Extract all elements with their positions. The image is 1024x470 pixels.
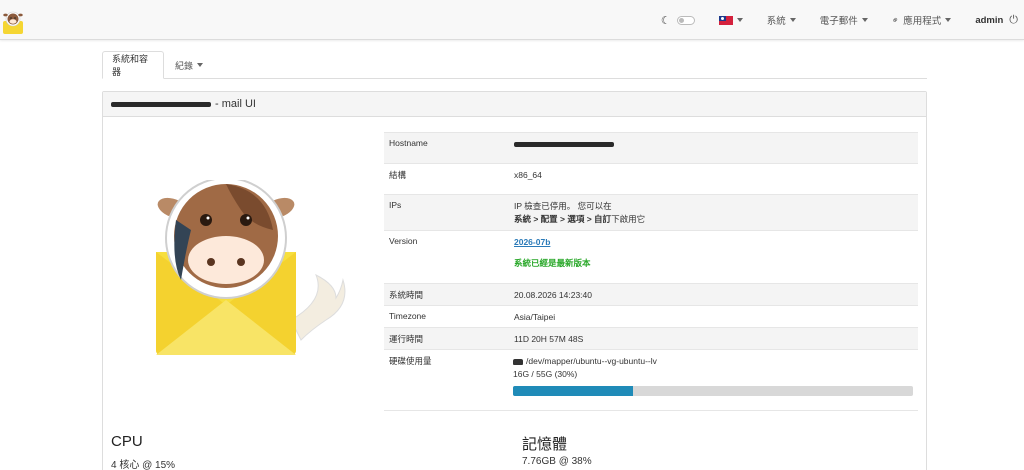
arch-value: x86_64 — [514, 170, 542, 180]
link-icon: ⚭ — [888, 13, 902, 26]
nav-email-label: 電子郵件 — [819, 16, 858, 27]
chevron-down-icon — [945, 18, 952, 22]
chevron-down-icon — [197, 63, 204, 67]
uptime-value: 11D 20H 57M 48S — [514, 334, 584, 344]
app-logo-icon[interactable] — [2, 9, 24, 35]
uptime-label: 運行時間 — [389, 334, 424, 344]
version-link[interactable]: 2026-07b — [514, 237, 550, 247]
tab-system-containers[interactable]: 系統和容器 — [102, 51, 164, 79]
theme-switch[interactable] — [676, 15, 695, 25]
table-separator — [384, 410, 918, 411]
version-value: 2026-07b 系統已經是最新版本 — [509, 231, 918, 283]
ips-value: IP 檢查已停用。 您可以在 系統 > 配置 > 選項 > 自訂下啟用它 — [509, 195, 918, 230]
tab-logs-label: 紀錄 — [175, 60, 194, 71]
ips-hint-suffix: 下啟用它 — [611, 213, 646, 224]
cpu-title: CPU — [111, 433, 143, 450]
row-system-time: 系統時間 20.08.2026 14:23:40 — [384, 283, 918, 305]
hostname-value — [509, 133, 918, 163]
hdd-icon — [513, 358, 523, 365]
nav-apps-label: 應用程式 — [903, 16, 942, 27]
row-ips: IPs IP 檢查已停用。 您可以在 系統 > 配置 > 選項 > 自訂下啟用它 — [384, 194, 918, 230]
disk-progress-fill — [513, 385, 633, 396]
power-icon[interactable]: ⏻ — [1009, 14, 1018, 27]
system-info-table: Hostname 結構 x86_64 IPs IP 檢查已停用。 您可以在 系統… — [384, 132, 918, 409]
redacted-hostname-title — [111, 101, 211, 107]
moon-icon: ☾ — [660, 14, 671, 27]
cpu-value: 4 核心 @ 15% — [111, 460, 176, 470]
row-disk-usage: 硬碟使用量 /dev/mapper/ubuntu--vg-ubuntu--lv … — [384, 349, 918, 409]
nav-system-menu[interactable]: 系統 — [755, 0, 808, 40]
ips-label: IPs — [389, 200, 402, 210]
nav-apps-menu[interactable]: ⚭ 應用程式 — [880, 0, 964, 40]
username: admin — [975, 14, 1004, 26]
hostname-label: Hostname — [389, 138, 428, 148]
row-hostname: Hostname — [384, 132, 918, 163]
version-status: 系統已經是最新版本 — [514, 257, 591, 268]
mascot-illustration — [156, 180, 346, 355]
disk-progress-bar — [513, 385, 913, 396]
time-value: 20.08.2026 14:23:40 — [514, 290, 592, 300]
tz-value: Asia/Taipei — [514, 312, 556, 322]
tab-system-containers-label: 系統和容器 — [112, 54, 149, 77]
nav-system-label: 系統 — [766, 16, 786, 27]
memory-value: 7.76GB @ 38% — [522, 456, 592, 467]
row-uptime: 運行時間 11D 20H 57M 48S — [384, 327, 918, 349]
disk-device: /dev/mapper/ubuntu--vg-ubuntu--lv — [526, 356, 657, 366]
tab-logs[interactable]: 紀錄 — [166, 51, 212, 79]
tab-bar: 系統和容器 紀錄 — [102, 51, 927, 79]
system-panel: - mail UI Hostname 結構 x86_64 IPs IP 檢查已停… — [102, 91, 927, 470]
chevron-down-icon — [861, 18, 868, 22]
redacted-hostname — [514, 142, 614, 147]
theme-toggle[interactable]: ☾ — [649, 0, 707, 40]
row-timezone: Timezone Asia/Taipei — [384, 305, 918, 327]
user-menu[interactable]: admin ⏻ — [963, 0, 1024, 40]
arch-label: 結構 — [389, 170, 407, 180]
row-version: Version 2026-07b 系統已經是最新版本 — [384, 230, 918, 283]
tz-label: Timezone — [389, 311, 427, 321]
ips-notice: IP 檢查已停用。 您可以在 — [514, 201, 612, 211]
nav-email-menu[interactable]: 電子郵件 — [808, 0, 880, 40]
panel-title: - mail UI — [215, 98, 256, 110]
panel-heading: - mail UI — [103, 92, 926, 117]
chevron-down-icon — [789, 18, 796, 22]
ips-settings-path: 系統 > 配置 > 選項 > 自訂 — [514, 213, 612, 224]
top-navbar: ☾ 系統 電子郵件 ⚭ 應用程式 admin ⏻ — [0, 0, 1024, 40]
row-architecture: 結構 x86_64 — [384, 163, 918, 194]
ips-hint: 系統 > 配置 > 選項 > 自訂下啟用它 — [514, 213, 913, 226]
disk-usage-text: 16G / 55G (30%) — [513, 368, 578, 379]
disk-label: 硬碟使用量 — [389, 356, 432, 366]
memory-title: 記憶體 — [522, 436, 568, 453]
time-label: 系統時間 — [389, 290, 424, 300]
taiwan-flag-icon — [718, 15, 733, 25]
disk-value: /dev/mapper/ubuntu--vg-ubuntu--lv 16G / … — [508, 350, 918, 409]
language-dropdown[interactable] — [707, 0, 755, 40]
version-label: Version — [389, 236, 418, 246]
chevron-down-icon — [736, 18, 743, 22]
